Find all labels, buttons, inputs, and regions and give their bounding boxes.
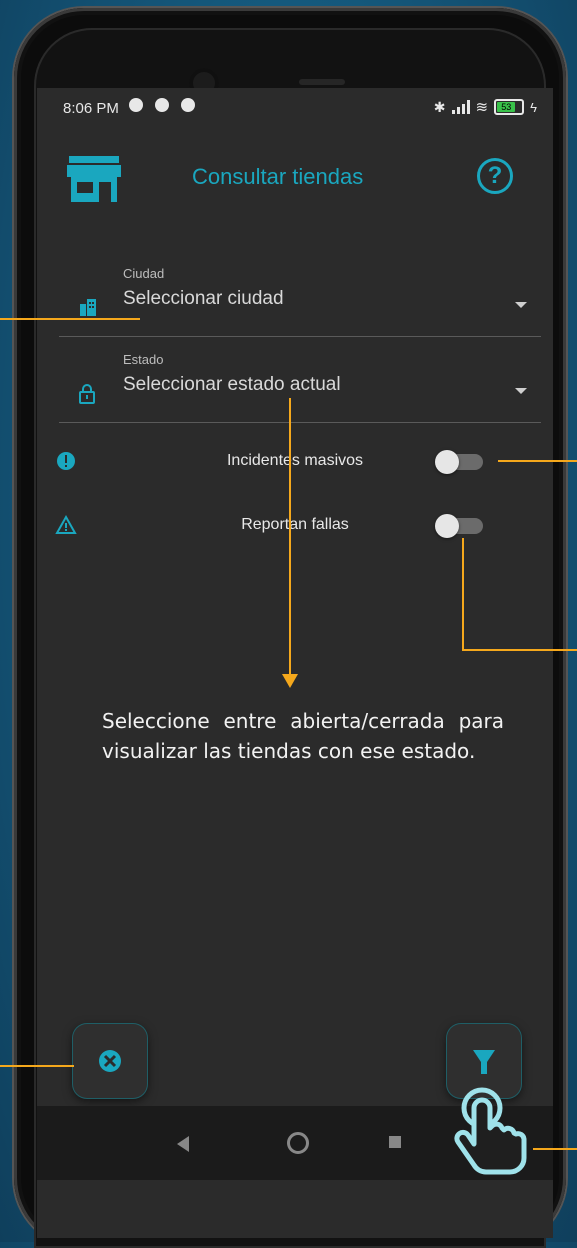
chevron-down-icon xyxy=(515,388,527,394)
annotation-arrow xyxy=(282,674,298,688)
annotation-line-fallas-h xyxy=(462,649,577,651)
state-value: Seleccionar estado actual xyxy=(123,374,341,395)
signal-icon xyxy=(451,100,470,114)
switch-knob xyxy=(435,514,459,538)
close-circle-icon xyxy=(99,1050,121,1072)
earpiece-speaker xyxy=(299,79,345,85)
city-label: Ciudad xyxy=(123,266,165,281)
incidentes-masivos-switch[interactable] xyxy=(435,450,483,474)
city-select[interactable]: Ciudad Seleccionar ciudad xyxy=(59,256,541,337)
annotation-line-clear xyxy=(0,1065,74,1067)
state-label: Estado xyxy=(123,352,164,367)
wifi-icon: ≋ xyxy=(475,99,489,116)
app-screen: 8:06 PM ✱ ≋ 53 ϟ Consultar tiendas ? Ciu… xyxy=(37,88,553,1238)
status-time: 8:06 PM xyxy=(63,100,119,117)
status-bar: 8:06 PM ✱ ≋ 53 ϟ xyxy=(37,88,553,126)
status-indicators: ✱ ≋ 53 ϟ xyxy=(433,98,537,117)
battery-icon: 53 xyxy=(494,99,525,115)
tap-hand-icon xyxy=(448,1086,528,1176)
toggle-row-incidentes: Incidentes masivos xyxy=(37,442,553,482)
nav-home-icon[interactable] xyxy=(287,1132,309,1154)
nav-back-icon[interactable] xyxy=(177,1136,189,1152)
help-icon[interactable]: ? xyxy=(477,158,513,194)
store-icon xyxy=(67,156,121,207)
lock-icon xyxy=(79,384,95,409)
state-select[interactable]: Estado Seleccionar estado actual xyxy=(59,342,541,423)
notification-icon xyxy=(181,98,195,112)
annotation-line-state xyxy=(289,398,291,676)
tutorial-tip-text: Seleccione entre abierta/cerrada para vi… xyxy=(102,709,504,763)
notification-icon xyxy=(129,98,143,112)
nav-recent-apps-icon[interactable] xyxy=(389,1136,401,1148)
clear-filters-button[interactable] xyxy=(73,1024,147,1098)
switch-knob xyxy=(435,450,459,474)
app-header: Consultar tiendas ? xyxy=(37,148,553,208)
city-value: Seleccionar ciudad xyxy=(123,288,284,309)
annotation-line-fallas-v xyxy=(462,538,464,650)
charging-icon: ϟ xyxy=(530,99,537,115)
toggle-row-fallas: Reportan fallas xyxy=(37,506,553,546)
annotation-line-city xyxy=(0,318,140,320)
page-title: Consultar tiendas xyxy=(192,164,364,189)
annotation-line-filter xyxy=(533,1148,577,1150)
chevron-down-icon xyxy=(515,302,527,308)
reportan-fallas-switch[interactable] xyxy=(435,514,483,538)
bluetooth-icon: ✱ xyxy=(433,98,446,115)
annotation-line-incidentes xyxy=(498,460,577,462)
notification-icon xyxy=(155,98,169,112)
